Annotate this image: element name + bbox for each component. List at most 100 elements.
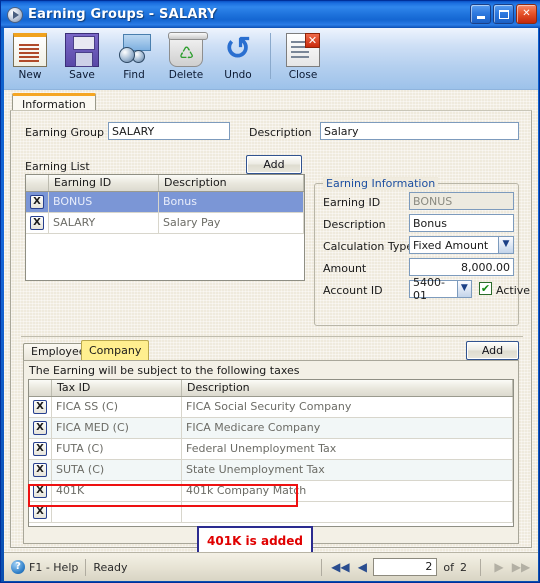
table-row[interactable]: X FUTA (C) Federal Unemployment Tax <box>29 439 513 460</box>
tax-id-cell <box>52 502 182 522</box>
total-records-label: 2 <box>460 560 467 574</box>
close-document-label: Close <box>288 69 318 81</box>
delete-row-icon[interactable]: X <box>33 505 47 519</box>
minimize-button[interactable] <box>470 4 491 24</box>
tax-id-cell: FICA SS (C) <box>52 397 182 417</box>
row-delete-cell[interactable]: X <box>29 418 52 438</box>
floppy-disk-icon <box>65 33 99 67</box>
row-delete-cell[interactable]: X <box>29 460 52 480</box>
calculation-type-label: Calculation Type <box>323 240 414 253</box>
earning-description-label: Description <box>323 218 386 231</box>
recycle-bin-icon: ♺ <box>168 32 208 67</box>
undo-arrow-icon: ↺ <box>224 29 252 67</box>
row-delete-cell[interactable]: X <box>29 502 52 522</box>
table-row[interactable]: X SUTA (C) State Unemployment Tax <box>29 460 513 481</box>
calculation-type-value: Fixed Amount <box>413 238 489 252</box>
new-button[interactable]: New <box>4 30 56 88</box>
table-row[interactable]: X <box>29 502 513 523</box>
find-button-label: Find <box>123 69 145 81</box>
current-record-input[interactable]: 2 <box>373 558 438 576</box>
close-icon: ✕ <box>522 8 531 19</box>
help-icon[interactable]: ? <box>11 560 25 574</box>
taxes-grid[interactable]: Tax ID Description X FICA SS (C) FICA So… <box>28 379 514 527</box>
amount-field[interactable]: 8,000.00 <box>409 258 514 276</box>
main-tab-strip: Information <box>12 93 96 111</box>
active-checkbox[interactable]: ✔ <box>479 282 492 295</box>
table-row[interactable]: X BONUS Bonus <box>26 192 304 213</box>
delete-row-icon[interactable]: X <box>33 484 47 498</box>
taxes-header: Tax ID Description <box>29 380 513 397</box>
table-row[interactable]: X FICA MED (C) FICA Medicare Company <box>29 418 513 439</box>
delete-row-icon[interactable]: X <box>30 216 44 230</box>
annotation-callout-text: 401K is added <box>207 534 303 548</box>
earning-id-cell: SALARY <box>49 213 159 233</box>
delete-row-icon[interactable]: X <box>33 400 47 414</box>
table-row[interactable]: X 401K 401k Company Match <box>29 481 513 502</box>
account-id-value: 5400-01 <box>413 276 445 302</box>
previous-record-button[interactable]: ◀ <box>351 560 373 574</box>
delete-row-icon[interactable]: X <box>33 442 47 456</box>
delete-row-icon[interactable]: X <box>33 421 47 435</box>
account-id-select[interactable]: 5400-01 ▼ <box>409 276 472 302</box>
chevron-down-icon[interactable]: ▼ <box>498 237 513 253</box>
delete-button[interactable]: ♺ Delete <box>160 30 212 88</box>
application-window: Earning Groups - SALARY ✕ New Save Find … <box>0 0 540 583</box>
tab-information[interactable]: Information <box>12 93 96 111</box>
last-record-button[interactable]: ▶▶ <box>510 560 532 574</box>
description-input[interactable]: Salary <box>320 122 519 140</box>
tab-company[interactable]: Company <box>81 340 150 360</box>
maximize-button[interactable] <box>493 4 514 24</box>
tax-description-cell: Federal Unemployment Tax <box>182 439 513 459</box>
status-text: Ready <box>93 560 128 574</box>
earning-group-label: Earning Group <box>25 126 104 139</box>
row-delete-cell[interactable]: X <box>29 397 52 417</box>
status-bar: ? F1 - Help Ready ◀◀ ◀ 2 of 2 ▶ ▶▶ <box>4 552 538 581</box>
tax-description-cell: State Unemployment Tax <box>182 460 513 480</box>
earning-list-col-1: Earning ID <box>49 175 159 191</box>
calculation-type-select[interactable]: Fixed Amount ▼ <box>409 236 514 254</box>
next-record-button[interactable]: ▶ <box>488 560 510 574</box>
description-label: Description <box>249 126 312 139</box>
close-button[interactable]: ✕ <box>516 4 537 24</box>
taxes-note: The Earning will be subject to the follo… <box>29 364 300 377</box>
binoculars-icon <box>117 33 151 67</box>
tax-id-cell: FUTA (C) <box>52 439 182 459</box>
tax-description-cell: FICA Medicare Company <box>182 418 513 438</box>
earning-list-grid[interactable]: Earning ID Description X BONUS Bonus X S… <box>25 174 305 281</box>
row-delete-cell[interactable]: X <box>29 439 52 459</box>
delete-row-icon[interactable]: X <box>33 463 47 477</box>
information-panel: Earning Group SALARY Description Salary … <box>10 110 532 552</box>
amount-label: Amount <box>323 262 367 275</box>
nav-separator-right <box>480 558 481 576</box>
tax-description-cell <box>182 502 513 522</box>
chevron-down-icon[interactable]: ▼ <box>456 281 471 297</box>
row-delete-cell[interactable]: X <box>26 213 49 233</box>
delete-button-label: Delete <box>168 69 204 81</box>
status-separator <box>85 558 87 576</box>
earning-id-label: Earning ID <box>323 196 381 209</box>
earning-list-col-2: Description <box>159 175 304 191</box>
taxes-col-1: Tax ID <box>52 380 182 396</box>
row-delete-cell[interactable]: X <box>29 481 52 501</box>
taxes-add-button[interactable]: Add <box>466 341 519 360</box>
earning-list-add-button[interactable]: Add <box>246 155 302 174</box>
tax-description-cell: FICA Social Security Company <box>182 397 513 417</box>
record-of-label: of <box>443 560 454 574</box>
help-text[interactable]: F1 - Help <box>29 561 78 574</box>
undo-button-label: Undo <box>224 69 252 81</box>
earning-description-field[interactable]: Bonus <box>409 214 514 232</box>
find-button[interactable]: Find <box>108 30 160 88</box>
tax-description-cell: 401k Company Match <box>182 481 513 501</box>
table-row[interactable]: X FICA SS (C) FICA Social Security Compa… <box>29 397 513 418</box>
save-button[interactable]: Save <box>56 30 108 88</box>
close-document-button[interactable]: ✕ Close <box>277 30 329 88</box>
first-record-button[interactable]: ◀◀ <box>329 560 351 574</box>
earning-group-input[interactable]: SALARY <box>108 122 230 140</box>
title-bar: Earning Groups - SALARY ✕ <box>1 1 540 28</box>
row-delete-cell[interactable]: X <box>26 192 49 212</box>
client-area: Information Earning Group SALARY Descrip… <box>4 90 538 552</box>
table-row[interactable]: X SALARY Salary Pay <box>26 213 304 234</box>
earning-description-cell: Salary Pay <box>159 213 304 233</box>
delete-row-icon[interactable]: X <box>30 195 44 209</box>
undo-button[interactable]: ↺ Undo <box>212 30 264 88</box>
